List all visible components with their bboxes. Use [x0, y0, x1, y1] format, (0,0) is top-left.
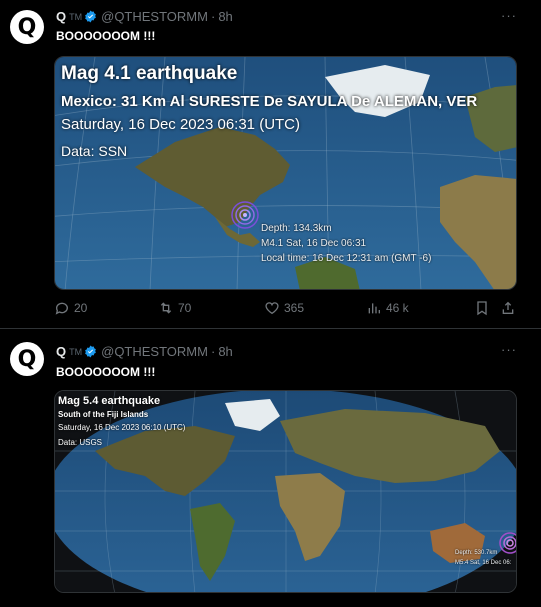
map-overlay: Mag 5.4 earthquake South of the Fiji Isl…	[55, 391, 516, 592]
tweet-2[interactable]: Q Q TM @QTHESTORMM · 8h ··· BOOOOOOOM !!…	[0, 330, 541, 607]
tweet-media-image[interactable]: Mag 4.1 earthquake Mexico: 31 Km Al SURE…	[54, 56, 517, 290]
quake-datetime: Saturday, 16 Dec 2023 06:31 (UTC)	[61, 116, 301, 133]
avatar[interactable]: Q	[10, 10, 44, 44]
tweet-media-image[interactable]: Mag 5.4 earthquake South of the Fiji Isl…	[54, 390, 517, 593]
reply-button[interactable]: 20	[54, 300, 87, 316]
tweet-text: BOOOOOOOM !!!	[56, 29, 156, 43]
quake-depth: Depth: 134.3km	[261, 223, 332, 234]
views-icon	[368, 303, 380, 314]
bookmark-button[interactable]	[474, 300, 494, 316]
trademark-label: TM	[69, 346, 83, 357]
quake-magnitude-time: M4.1 Sat, 16 Dec 06:31	[261, 238, 367, 249]
tweet-actions: 20 70 365 46 k	[54, 300, 519, 320]
share-button[interactable]	[500, 300, 520, 316]
retweet-icon	[160, 302, 172, 314]
verified-badge-icon	[85, 345, 96, 358]
reply-icon	[55, 302, 68, 315]
quake-info-box: Depth: 134.3km M4.1 Sat, 16 Dec 06:31 Lo…	[261, 221, 431, 266]
tweet-header: Q TM @QTHESTORMM · 8h	[56, 344, 233, 359]
verified-badge-icon	[85, 10, 96, 23]
reply-count: 20	[74, 301, 88, 315]
quake-title: Mag 5.4 earthquake	[58, 395, 161, 407]
author-handle[interactable]: @QTHESTORMM	[101, 9, 208, 24]
quake-depth: Depth: 530.7km	[455, 550, 498, 556]
tweet-header: Q TM @QTHESTORMM · 8h	[56, 9, 233, 24]
map-overlay: Mag 4.1 earthquake Mexico: 31 Km Al SURE…	[55, 57, 516, 289]
retweet-button[interactable]: 70	[158, 300, 191, 316]
avatar[interactable]: Q	[10, 342, 44, 376]
quake-local-time: Local time: 16 Dec 12:31 am (GMT -6)	[261, 253, 432, 264]
like-count: 365	[284, 301, 305, 315]
views-count: 46 k	[386, 301, 409, 315]
quake-data-source: Data: SSN	[61, 143, 128, 159]
timestamp[interactable]: 8h	[218, 344, 232, 359]
quake-datetime: Saturday, 16 Dec 2023 06:10 (UTC)	[58, 423, 186, 432]
more-icon[interactable]: ···	[501, 8, 517, 23]
tweet-text: BOOOOOOOM !!!	[56, 365, 156, 379]
author-name[interactable]: Q	[56, 9, 66, 24]
author-handle[interactable]: @QTHESTORMM	[101, 344, 208, 359]
share-icon	[502, 301, 514, 314]
like-icon	[265, 302, 279, 315]
quake-title: Mag 4.1 earthquake	[61, 63, 238, 84]
tweet-1[interactable]: Q Q TM @QTHESTORMM · 8h ··· BOOOOOOOM !!…	[0, 0, 541, 329]
quake-magnitude-time: M5.4 Sat, 16 Dec 06:	[455, 560, 512, 566]
views-button[interactable]: 46 k	[366, 300, 409, 316]
separator-dot: ·	[210, 9, 216, 24]
quake-location: Mexico: 31 Km Al SURESTE De SAYULA De AL…	[61, 93, 478, 110]
quake-location: South of the Fiji Islands	[58, 410, 149, 419]
bookmark-icon	[477, 301, 487, 316]
more-icon[interactable]: ···	[501, 342, 517, 357]
trademark-label: TM	[69, 11, 83, 22]
separator-dot: ·	[210, 344, 216, 359]
like-button[interactable]: 365	[264, 300, 304, 316]
author-name[interactable]: Q	[56, 344, 66, 359]
timestamp[interactable]: 8h	[218, 9, 232, 24]
retweet-count: 70	[178, 301, 192, 315]
quake-data-source: Data: USGS	[58, 438, 103, 447]
quake-info-box: Depth: 530.7km M5.4 Sat, 16 Dec 06:	[455, 548, 511, 568]
